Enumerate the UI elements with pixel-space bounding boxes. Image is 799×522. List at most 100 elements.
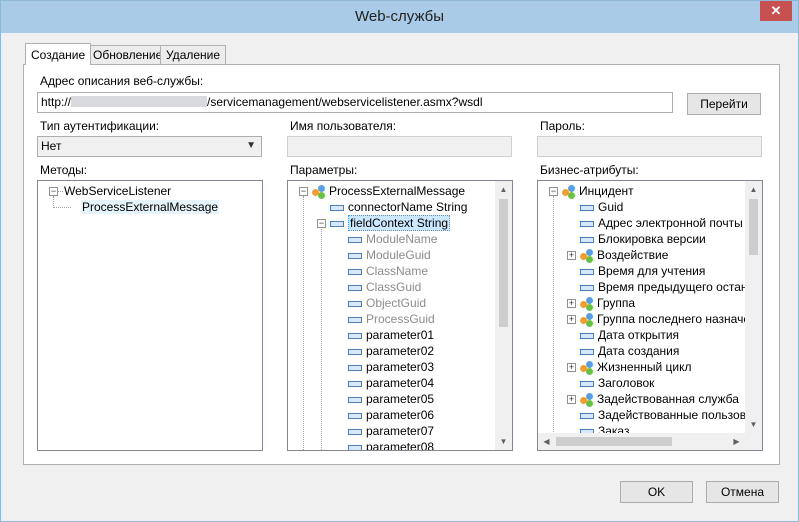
business-attrs-label: Бизнес-атрибуты: bbox=[540, 163, 639, 177]
parameters-tree[interactable]: − ProcessExternalMessage connectorName S… bbox=[287, 180, 513, 451]
tree-connector bbox=[53, 207, 71, 208]
parameter-label: parameter08 bbox=[366, 440, 435, 451]
business-attr[interactable]: Время предыдущего останс bbox=[580, 279, 754, 295]
parameter-subitem[interactable]: parameter03 bbox=[348, 359, 434, 375]
parameter-subitem[interactable]: parameter05 bbox=[348, 391, 434, 407]
parameter-subitem[interactable]: parameter07 bbox=[348, 423, 434, 439]
parameter-subitem[interactable]: ModuleName bbox=[348, 231, 437, 247]
business-attr[interactable]: Время для учтения bbox=[580, 263, 705, 279]
scroll-down-icon[interactable]: ▼ bbox=[495, 433, 512, 450]
scroll-left-icon[interactable]: ◀ bbox=[538, 433, 555, 450]
wsdl-address-field[interactable]: http:// /servicemanagement/webservicelist… bbox=[37, 92, 673, 113]
method-root[interactable]: WebServiceListener bbox=[64, 183, 171, 199]
password-field[interactable] bbox=[537, 136, 762, 157]
auth-type-label: Тип аутентификации: bbox=[40, 119, 160, 133]
collapse-icon[interactable]: − bbox=[49, 187, 58, 196]
parameter-subitem[interactable]: parameter04 bbox=[348, 375, 434, 391]
business-attr[interactable]: Дата создания bbox=[580, 343, 679, 359]
field-icon bbox=[348, 284, 362, 291]
field-icon bbox=[348, 332, 362, 339]
business-attr[interactable]: Заголовок bbox=[580, 375, 654, 391]
go-button[interactable]: Перейти bbox=[687, 93, 761, 115]
cancel-button[interactable]: Отмена bbox=[706, 481, 779, 503]
method-item[interactable]: ProcessExternalMessage bbox=[81, 199, 220, 215]
parameter-subitem[interactable]: ModuleGuid bbox=[348, 247, 431, 263]
scroll-up-icon[interactable]: ▲ bbox=[745, 181, 762, 198]
class-icon bbox=[312, 184, 326, 199]
business-attr-group[interactable]: Группа последнего назначе bbox=[580, 311, 750, 327]
field-icon bbox=[580, 284, 594, 291]
business-attr-group[interactable]: Группа bbox=[580, 295, 635, 311]
business-attr-group[interactable]: Задействованная служба bbox=[580, 391, 739, 407]
parameter-subitem[interactable]: parameter08 bbox=[348, 439, 435, 451]
field-icon bbox=[330, 220, 344, 227]
parameter-item[interactable]: connectorName String bbox=[330, 199, 467, 215]
scroll-thumb[interactable] bbox=[556, 437, 672, 446]
class-icon bbox=[580, 296, 594, 311]
parameter-subitem[interactable]: parameter01 bbox=[348, 327, 434, 343]
parameter-root[interactable]: ProcessExternalMessage bbox=[312, 183, 465, 199]
business-attr-label: Задействованная служба bbox=[597, 392, 739, 406]
business-attr[interactable]: Задействованные пользова bbox=[580, 407, 753, 423]
scroll-down-icon[interactable]: ▼ bbox=[745, 416, 762, 433]
tree-connector bbox=[321, 227, 322, 450]
parameter-subitem[interactable]: ClassGuid bbox=[348, 279, 421, 295]
collapse-icon[interactable]: − bbox=[549, 187, 558, 196]
business-attr-group[interactable]: Жизненный цикл bbox=[580, 359, 691, 375]
methods-tree[interactable]: − WebServiceListener ProcessExternalMess… bbox=[37, 180, 263, 451]
tab-update[interactable]: Обновление bbox=[87, 45, 169, 64]
tab-create[interactable]: Создание bbox=[25, 43, 92, 65]
username-field[interactable] bbox=[287, 136, 512, 157]
collapse-icon[interactable]: − bbox=[317, 219, 326, 228]
close-button[interactable]: ✕ bbox=[760, 1, 792, 21]
business-attr-label: Жизненный цикл bbox=[597, 360, 692, 374]
business-attrs-tree[interactable]: − Инцидент Guid Адрес электронной почты … bbox=[537, 180, 763, 451]
collapse-icon[interactable]: − bbox=[299, 187, 308, 196]
business-attr[interactable]: Адрес электронной почты с bbox=[580, 215, 752, 231]
class-icon bbox=[580, 248, 594, 263]
business-attr-label: Воздействие bbox=[597, 248, 669, 262]
method-label: ProcessExternalMessage bbox=[81, 200, 220, 214]
business-attr-group[interactable]: Воздействие bbox=[580, 247, 668, 263]
parameter-subitem[interactable]: ProcessGuid bbox=[348, 311, 435, 327]
business-attr[interactable]: Блокировка версии bbox=[580, 231, 706, 247]
scroll-thumb[interactable] bbox=[499, 199, 508, 327]
tab-delete[interactable]: Удаление bbox=[160, 45, 227, 64]
business-attr[interactable]: Дата открытия bbox=[580, 327, 679, 343]
parameter-subitem[interactable]: parameter06 bbox=[348, 407, 434, 423]
field-icon bbox=[348, 396, 362, 403]
chevron-down-icon: ▼ bbox=[246, 140, 256, 151]
expand-icon[interactable]: + bbox=[567, 315, 576, 324]
business-attr[interactable]: Guid bbox=[580, 199, 623, 215]
field-icon bbox=[348, 444, 362, 450]
expand-icon[interactable]: + bbox=[567, 299, 576, 308]
parameters-vscroll[interactable]: ▲ ▼ bbox=[495, 181, 512, 450]
field-icon bbox=[580, 204, 594, 211]
scroll-thumb[interactable] bbox=[749, 199, 758, 255]
ok-button[interactable]: OK bbox=[620, 481, 693, 503]
expand-icon[interactable]: + bbox=[567, 395, 576, 404]
business-hscroll[interactable]: ◀ ▶ bbox=[538, 433, 745, 450]
parameter-subitem[interactable]: ObjectGuid bbox=[348, 295, 426, 311]
parameter-subitem[interactable]: ClassName bbox=[348, 263, 428, 279]
parameter-label: connectorName String bbox=[348, 200, 468, 214]
business-attr-label: Время предыдущего останс bbox=[598, 280, 754, 294]
field-icon bbox=[330, 204, 344, 211]
field-icon bbox=[348, 252, 362, 259]
scroll-up-icon[interactable]: ▲ bbox=[495, 181, 512, 198]
business-root[interactable]: Инцидент bbox=[562, 183, 634, 199]
expand-icon[interactable]: + bbox=[567, 251, 576, 260]
title-bar[interactable]: Web-службы ✕ bbox=[1, 1, 798, 33]
business-attr-label: Задействованные пользова bbox=[598, 408, 753, 422]
parameter-label: ModuleGuid bbox=[366, 248, 431, 262]
business-attr-label: Группа bbox=[597, 296, 636, 310]
expand-icon[interactable]: + bbox=[567, 363, 576, 372]
field-icon bbox=[348, 364, 362, 371]
auth-type-select[interactable]: Нет ▼ bbox=[37, 136, 262, 157]
parameter-item-selected[interactable]: fieldContext String bbox=[330, 215, 451, 231]
password-label: Пароль: bbox=[540, 119, 585, 133]
field-icon bbox=[580, 220, 594, 227]
business-vscroll[interactable]: ▲ ▼ bbox=[745, 181, 762, 433]
scroll-right-icon[interactable]: ▶ bbox=[728, 433, 745, 450]
parameter-subitem[interactable]: parameter02 bbox=[348, 343, 434, 359]
